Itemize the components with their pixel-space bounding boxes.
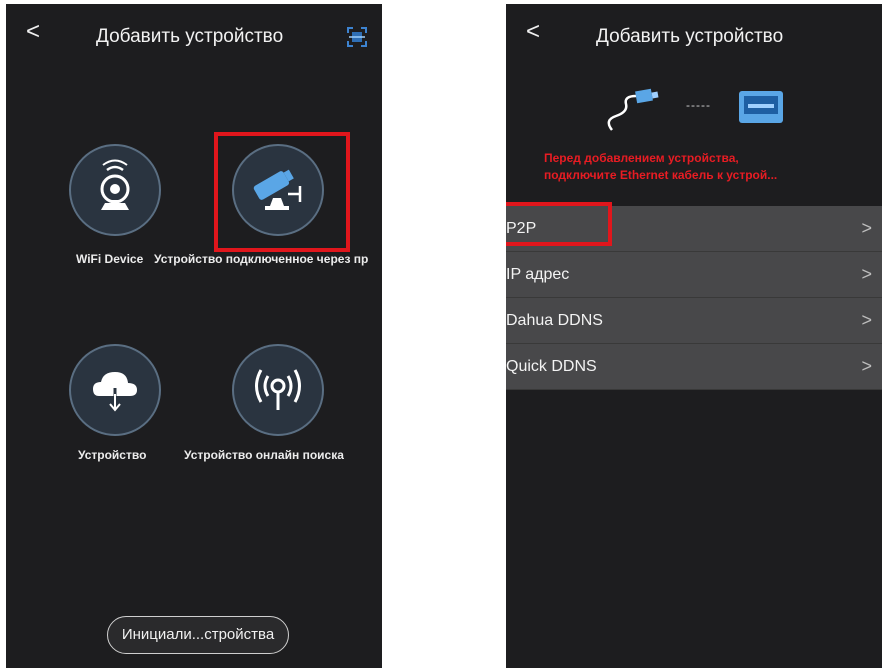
option-ip-address[interactable]: IP адрес > xyxy=(506,252,882,298)
chevron-right-icon: > xyxy=(861,356,872,376)
cloud-device-tile[interactable] xyxy=(69,344,161,436)
initialize-device-button[interactable]: Инициали...стройства xyxy=(107,616,289,654)
option-label: Dahua DDNS xyxy=(506,312,603,329)
highlight-box xyxy=(214,132,350,252)
add-device-screen-left: < Добавить устройство WiFi Device Устрой… xyxy=(6,4,382,668)
tile-label: WiFi Device xyxy=(76,252,144,266)
warning-line: подключите Ethernet кабель к устрой... xyxy=(544,168,778,182)
back-button[interactable]: < xyxy=(526,18,540,46)
connection-dashes: ----- xyxy=(686,98,711,112)
option-label: IP адрес xyxy=(506,266,570,283)
warning-line: Перед добавлением устройства, xyxy=(544,151,739,165)
option-dahua-ddns[interactable]: Dahua DDNS > xyxy=(506,298,882,344)
option-quick-ddns[interactable]: Quick DDNS > xyxy=(506,344,882,390)
add-device-screen-right: < Добавить устройство ----- Перед добавл… xyxy=(506,4,882,668)
header-bar: < Добавить устройство xyxy=(506,4,882,64)
tile-label: Устройство xyxy=(78,448,147,462)
highlight-box xyxy=(506,202,612,246)
chevron-right-icon: > xyxy=(861,264,872,284)
chevron-right-icon: > xyxy=(861,218,872,238)
scan-icon[interactable] xyxy=(346,26,368,48)
chevron-right-icon: > xyxy=(861,310,872,330)
wifi-device-tile[interactable] xyxy=(69,144,161,236)
broadcast-icon xyxy=(255,369,301,410)
page-title: Добавить устройство xyxy=(596,26,784,47)
nvr-device-icon xyxy=(739,91,783,123)
ethernet-cable-icon xyxy=(607,88,659,131)
back-button[interactable]: < xyxy=(26,18,40,46)
ethernet-warning: Перед добавлением устройства, подключите… xyxy=(544,150,777,184)
page-title: Добавить устройство xyxy=(96,26,284,47)
option-label: Quick DDNS xyxy=(506,358,597,375)
tile-label: Устройство подключенное через пр xyxy=(154,252,369,266)
cloud-download-icon xyxy=(93,372,137,412)
header-bar: < Добавить устройство xyxy=(6,4,382,64)
tile-label: Устройство онлайн поиска xyxy=(184,448,344,462)
online-search-tile[interactable] xyxy=(232,344,324,436)
wifi-camera-icon xyxy=(100,159,130,210)
